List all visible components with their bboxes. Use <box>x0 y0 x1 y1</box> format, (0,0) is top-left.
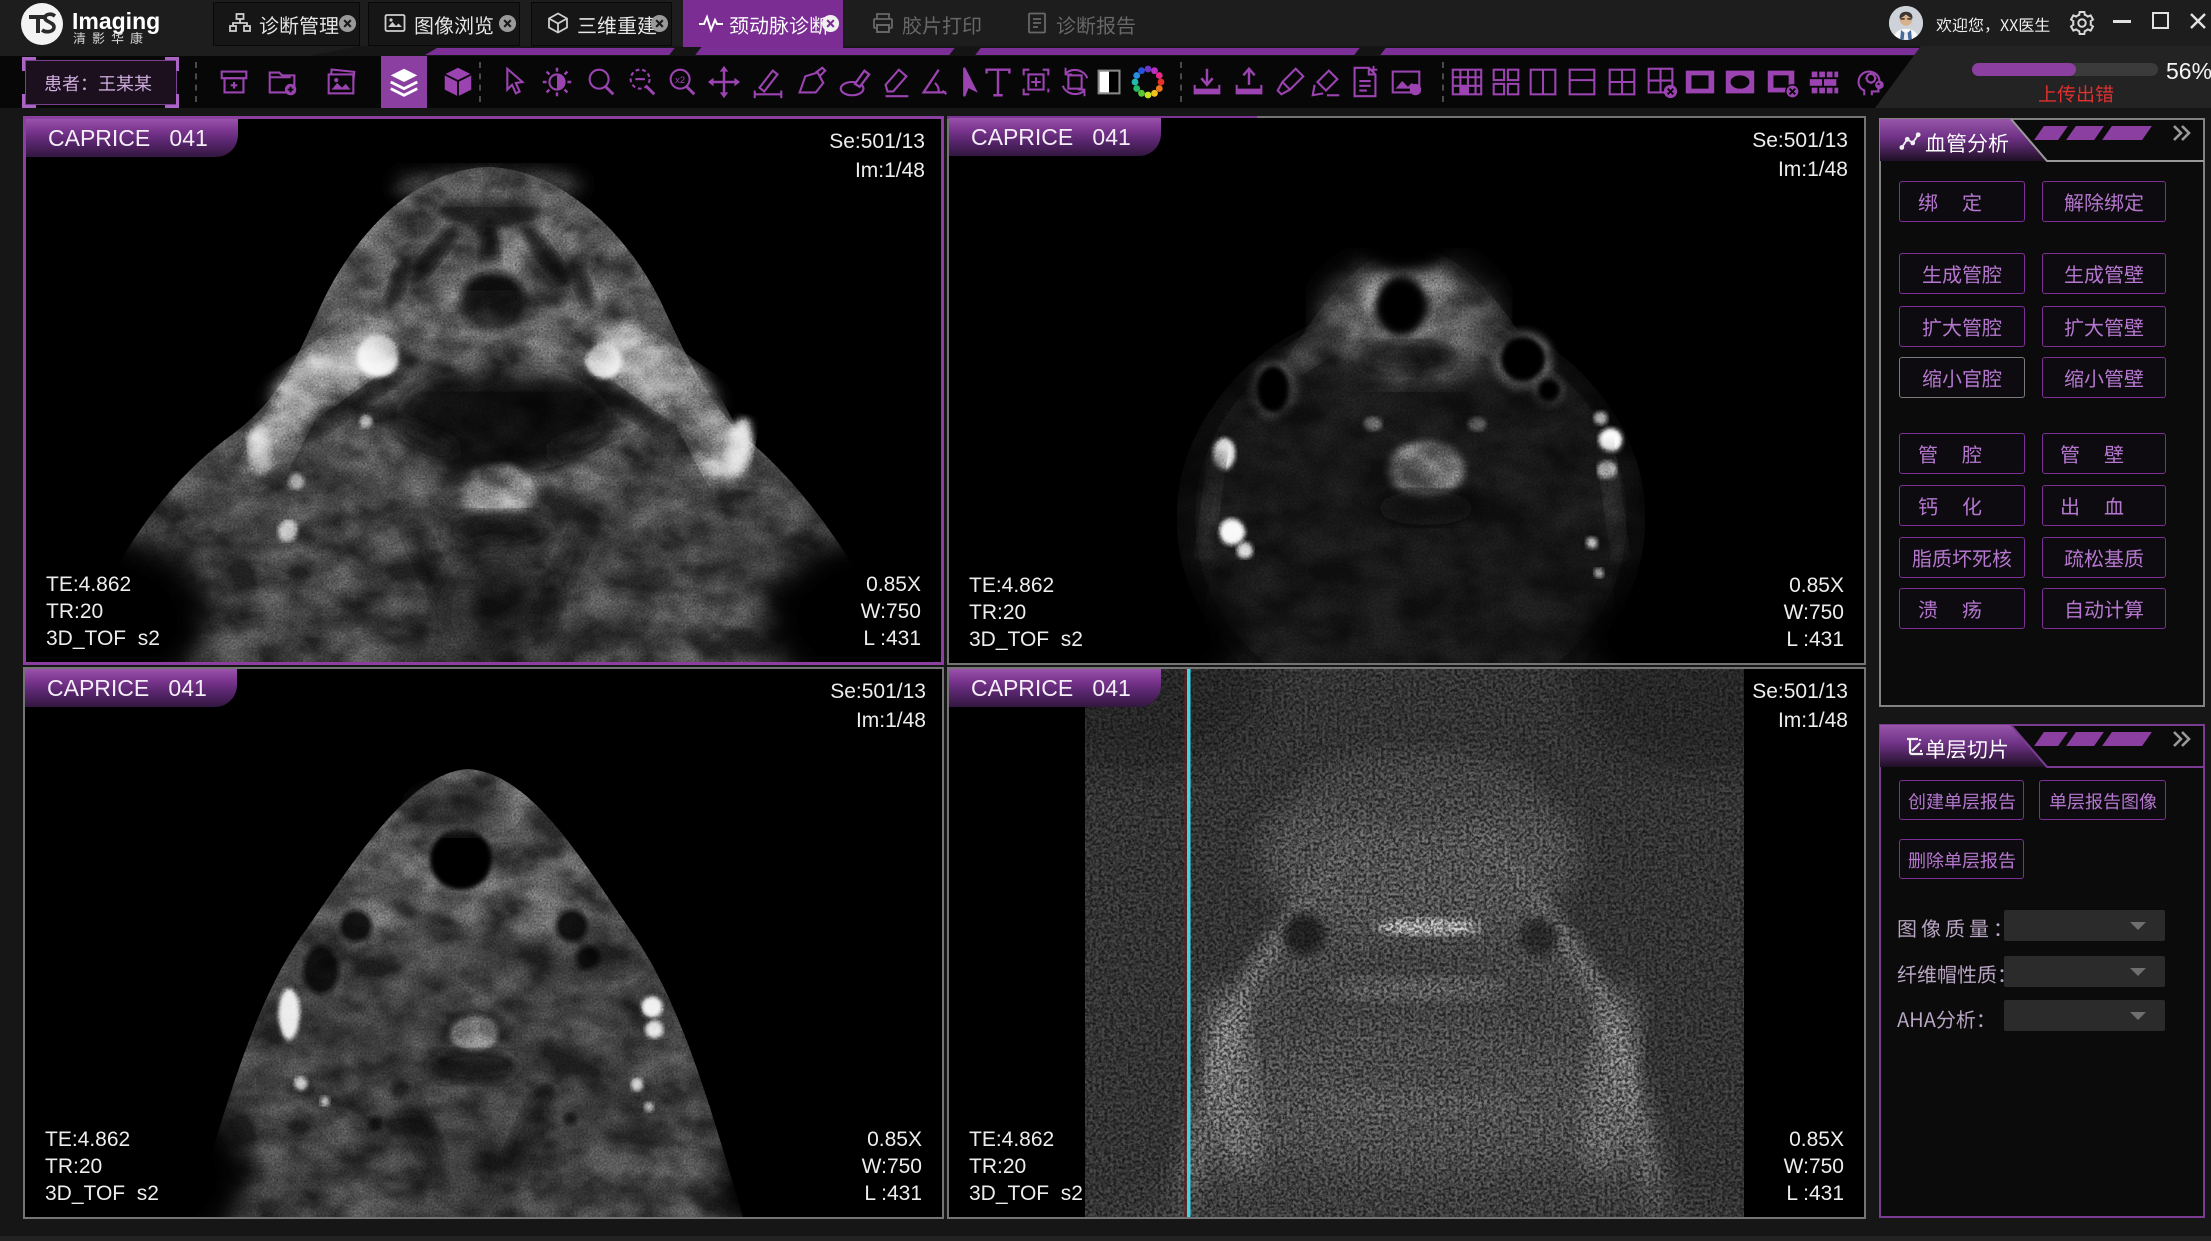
svg-text:x2: x2 <box>675 75 685 86</box>
